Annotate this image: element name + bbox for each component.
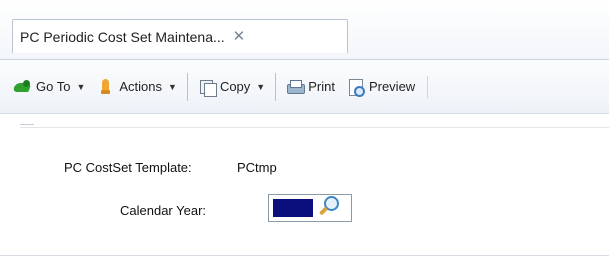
actions-button[interactable]: Actions ▼ (91, 73, 183, 101)
toolbar-separator (186, 72, 188, 101)
calendar-year-label: Calendar Year: (120, 203, 207, 218)
actions-icon (97, 78, 115, 95)
copy-label: Copy (219, 79, 251, 94)
section-marker (20, 124, 34, 125)
print-label: Print (308, 79, 335, 94)
tab-pc-periodic-cost-set[interactable]: PC Periodic Cost Set Maintena... ✕ (12, 19, 348, 53)
toolbar: Go To ▼ Actions ▼ Copy ▼ Print Preview (0, 60, 609, 114)
goto-button[interactable]: Go To ▼ (8, 73, 91, 101)
template-label: PC CostSet Template: (64, 160, 192, 175)
magnifier-icon[interactable] (316, 194, 340, 218)
chevron-down-icon[interactable]: ▼ (76, 82, 85, 92)
chevron-down-icon[interactable]: ▼ (256, 82, 265, 92)
copy-button[interactable]: Copy ▼ (192, 73, 271, 101)
preview-label: Preview (368, 79, 416, 94)
actions-label: Actions (119, 79, 163, 94)
copy-icon (198, 79, 217, 97)
toolbar-separator (275, 72, 277, 101)
section-divider (20, 127, 609, 128)
print-button[interactable]: Print (280, 73, 341, 101)
toolbar-separator (427, 75, 429, 98)
template-value: PCtmp (237, 160, 277, 175)
tab-title: PC Periodic Cost Set Maintena... (20, 28, 225, 45)
goto-label: Go To (36, 79, 71, 94)
printer-icon (286, 79, 306, 95)
close-icon[interactable]: ✕ (233, 29, 246, 44)
bottom-divider (0, 255, 609, 256)
goto-arrow-icon (14, 79, 32, 95)
chevron-down-icon[interactable]: ▼ (168, 82, 177, 92)
document-tabstrip: PC Periodic Cost Set Maintena... ✕ (0, 0, 609, 60)
preview-button[interactable]: Preview (341, 73, 421, 101)
calendar-year-value[interactable] (273, 199, 313, 217)
preview-icon (347, 78, 365, 97)
